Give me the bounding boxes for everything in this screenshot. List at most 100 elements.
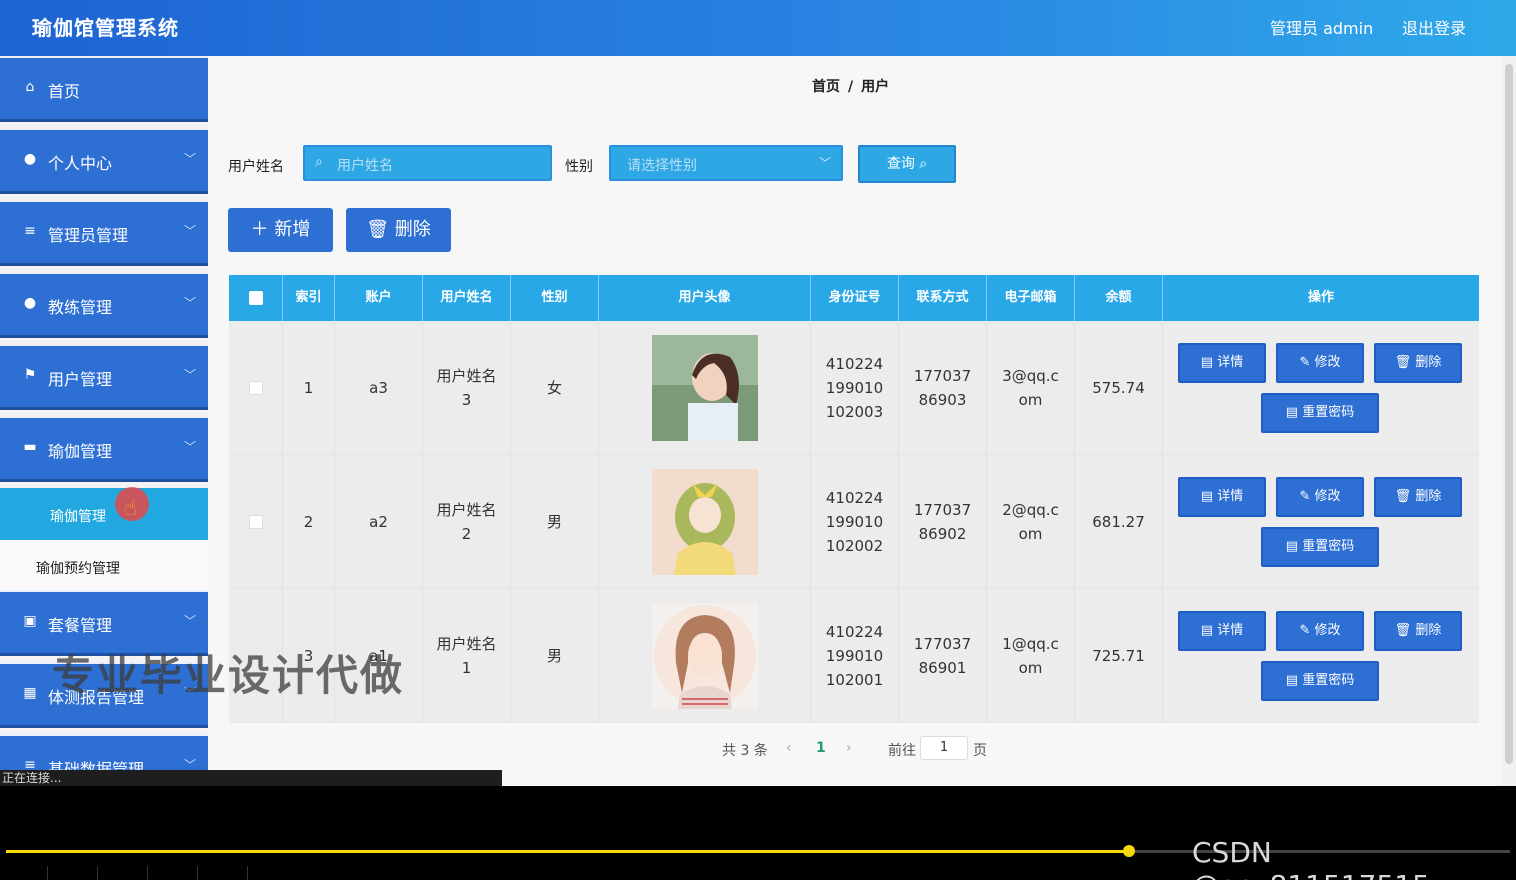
sidebar-item-coach[interactable]: ● 教练管理 ﹀ (0, 272, 208, 338)
reset-password-button[interactable]: ▤ 重置密码 (1261, 393, 1379, 433)
edit-label: 修改 (1314, 489, 1341, 504)
reset-label: 重置密码 (1302, 405, 1355, 420)
edit-label: 修改 (1314, 623, 1341, 638)
top-header: 瑜伽馆管理系统 管理员 admin 退出登录 (0, 0, 1516, 56)
cell-operations: ▤ 详情 ✎ 修改 🗑 删除 ▤ 重置密码 (1163, 321, 1479, 455)
add-button-label: ＋ 新增 (250, 219, 311, 240)
delete-button[interactable]: 🗑 删除 (1374, 343, 1462, 383)
cell-phone: 17703786901 (899, 589, 987, 723)
player-control-segment[interactable] (100, 866, 148, 880)
edit-button[interactable]: ✎ 修改 (1276, 343, 1364, 383)
sidebar-item-admin[interactable]: ≡ 管理员管理 ﹀ (0, 200, 208, 266)
sidebar-item-users[interactable]: ⚑ 用户管理 ﹀ (0, 344, 208, 410)
sidebar-item-home[interactable]: ⌂ 首页 (0, 56, 208, 122)
watermark-text: 专业毕业设计代做 (52, 651, 405, 700)
table-header: 索引 账户 用户姓名 性别 用户头像 身份证号 联系方式 电子邮箱 余额 操作 (229, 275, 1479, 321)
edit-button[interactable]: ✎ 修改 (1276, 477, 1364, 517)
sidebar-item-label: 瑜伽管理 (48, 442, 113, 461)
header-operations: 操作 (1307, 290, 1334, 305)
add-button[interactable]: ＋ 新增 (228, 208, 333, 252)
detail-label: 详情 (1217, 623, 1244, 638)
cell-avatar (599, 321, 811, 455)
query-button[interactable]: 查询 ⌕ (858, 145, 956, 183)
player-control-segment[interactable] (50, 866, 98, 880)
sidebar-item-label: 个人中心 (48, 154, 113, 173)
cell-operations: ▤ 详情 ✎ 修改 🗑 删除 ▤ 重置密码 (1163, 455, 1479, 589)
flag-icon: ⚑ (23, 367, 37, 383)
delete-label: 删除 (1415, 489, 1442, 504)
delete-button[interactable]: 🗑 删除 (1374, 477, 1462, 517)
cell-gender: 男 (511, 589, 599, 723)
sidebar-item-yoga[interactable]: ▬ 瑜伽管理 ﹀ (0, 416, 208, 482)
query-button-label: 查询 (886, 156, 915, 172)
header-email: 电子邮箱 (987, 275, 1075, 321)
cell-gender: 男 (511, 455, 599, 589)
briefcase-icon: ▬ (23, 439, 37, 455)
sidebar-item-label: 管理员管理 (48, 226, 129, 245)
edit-button[interactable]: ✎ 修改 (1276, 611, 1364, 651)
select-all-checkbox[interactable] (249, 291, 263, 305)
edit-label: 修改 (1314, 355, 1341, 370)
detail-button[interactable]: ▤ 详情 (1178, 343, 1266, 383)
gender-select[interactable]: 请选择性别 ﹀ (609, 145, 843, 181)
pin-icon: ● (23, 295, 37, 311)
pagination-total: 共 3 条 (722, 743, 768, 759)
progress-fill (6, 850, 1129, 853)
player-control-segment[interactable] (150, 866, 198, 880)
row-checkbox[interactable] (248, 515, 263, 529)
vertical-scrollbar[interactable] (1502, 56, 1516, 786)
home-icon: ⌂ (25, 79, 35, 95)
cell-avatar (599, 589, 811, 723)
delete-label: 删除 (1415, 623, 1442, 638)
avatar-girl-profile (651, 335, 758, 441)
cell-index: 2 (283, 455, 335, 589)
next-page-icon[interactable]: › (846, 740, 852, 756)
app-window: 瑜伽馆管理系统 管理员 admin 退出登录 ⌂ 首页 ● 个人中心 ﹀ ≡ 管… (0, 0, 1516, 786)
sidebar-subitem-yoga[interactable]: 瑜伽管理 (0, 488, 208, 540)
clipboard-icon: ▣ (23, 613, 37, 629)
hand-cursor-icon: ☝ (124, 496, 138, 521)
header-name: 用户姓名 (423, 275, 511, 321)
breadcrumb-separator: / (848, 79, 854, 95)
chevron-down-icon: ﹀ (183, 224, 196, 238)
cell-balance: 575.74 (1075, 321, 1163, 455)
chevron-down-icon: ﹀ (183, 614, 196, 628)
sidebar-subitem-yoga-booking[interactable]: 瑜伽预约管理 (0, 540, 208, 592)
player-control-segment[interactable] (0, 866, 48, 880)
player-control-segment[interactable] (200, 866, 248, 880)
sidebar-item-profile[interactable]: ● 个人中心 ﹀ (0, 128, 208, 194)
gender-filter-label: 性别 (565, 159, 593, 175)
chevron-down-icon: ﹀ (818, 156, 831, 170)
reset-label: 重置密码 (1302, 673, 1355, 688)
cell-email: 3@qq.com (987, 321, 1075, 455)
progress-knob[interactable] (1123, 845, 1135, 857)
detail-button[interactable]: ▤ 详情 (1178, 611, 1266, 651)
name-search-input[interactable]: ⌕ 用户姓名 (303, 145, 552, 181)
detail-button[interactable]: ▤ 详情 (1178, 477, 1266, 517)
cell-gender: 女 (511, 321, 599, 455)
header-select-all-cell (229, 275, 283, 321)
breadcrumb-current: 用户 (861, 79, 890, 95)
row-checkbox[interactable] (248, 381, 263, 395)
name-search-placeholder: 用户姓名 (337, 158, 393, 174)
detail-label: 详情 (1217, 355, 1244, 370)
sidebar-item-label: 套餐管理 (48, 616, 113, 635)
cell-account: a3 (335, 321, 423, 455)
page-suffix-label: 页 (973, 743, 987, 759)
page-jump-input[interactable]: 1 (920, 736, 968, 760)
logout-link[interactable]: 退出登录 (1402, 15, 1466, 39)
delete-button[interactable]: 🗑 删除 (1374, 611, 1462, 651)
prev-page-icon[interactable]: ‹ (786, 740, 792, 756)
scrollbar-thumb[interactable] (1505, 64, 1513, 764)
reset-password-button[interactable]: ▤ 重置密码 (1261, 661, 1379, 701)
page-number-current[interactable]: 1 (816, 740, 826, 756)
sidebar-subitem-label: 瑜伽预约管理 (36, 561, 120, 577)
chevron-down-icon: ﹀ (183, 152, 196, 166)
cell-phone: 17703786902 (899, 455, 987, 589)
breadcrumb-home[interactable]: 首页 (812, 79, 840, 95)
sidebar-item-label: 用户管理 (48, 370, 113, 389)
sidebar-subitem-label: 瑜伽管理 (50, 509, 106, 525)
header-balance: 余额 (1075, 275, 1163, 321)
batch-delete-button[interactable]: 🗑 删除 (346, 208, 451, 252)
reset-password-button[interactable]: ▤ 重置密码 (1261, 527, 1379, 567)
